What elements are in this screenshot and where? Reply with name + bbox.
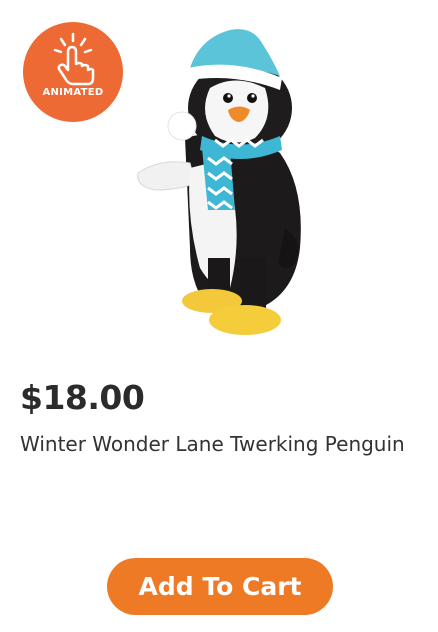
add-to-cart-button[interactable]: Add To Cart — [107, 558, 333, 615]
product-price: $18.00 — [20, 378, 145, 417]
tap-hand-icon — [53, 32, 95, 86]
product-image[interactable] — [90, 18, 350, 348]
animated-badge: ANIMATED — [23, 22, 123, 122]
badge-label: ANIMATED — [42, 87, 104, 98]
product-title[interactable]: Winter Wonder Lane Twerking Penguin — [20, 431, 420, 458]
